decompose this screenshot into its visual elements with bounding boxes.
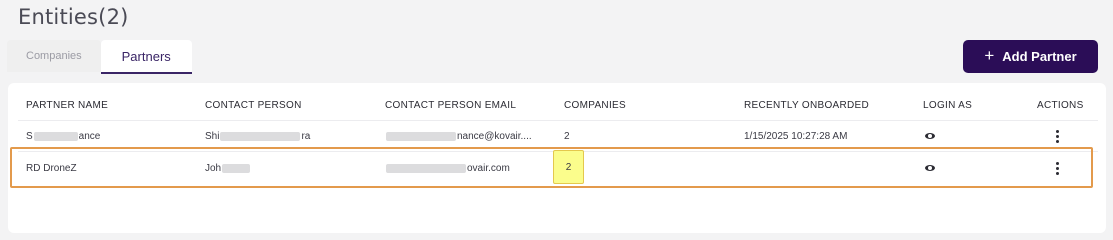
column-header-companies[interactable]: COMPANIES [564, 90, 626, 120]
page-title: Entities(2) [18, 5, 129, 29]
tab-partners[interactable]: Partners [100, 40, 192, 74]
table-header: PARTNER NAME CONTACT PERSON CONTACT PERS… [8, 90, 1106, 120]
tab-companies[interactable]: Companies [7, 40, 101, 72]
column-header-login-as: LOGIN AS [923, 99, 973, 111]
add-partner-label: Add Partner [1002, 49, 1077, 64]
partner-name-text: ance [78, 130, 101, 142]
column-header-contact-email[interactable]: CONTACT PERSON EMAIL [385, 90, 516, 120]
entity-tabs: Companies Partners [7, 40, 192, 74]
partner-name-prefix: S [26, 130, 33, 142]
redacted-text [220, 131, 301, 141]
kebab-menu-icon[interactable] [1056, 129, 1059, 143]
eye-icon[interactable] [925, 133, 935, 139]
redacted-text [33, 131, 78, 141]
column-header-actions: ACTIONS [1037, 99, 1084, 111]
column-header-recently-onboarded[interactable]: RECENTLY ONBOARDED [744, 90, 869, 120]
highlighted-companies-cell[interactable]: 2 [553, 150, 584, 184]
plus-icon: + [984, 46, 995, 65]
contact-person-text: ra [301, 130, 311, 142]
add-partner-button[interactable]: + Add Partner [963, 40, 1098, 73]
redacted-text [386, 131, 456, 141]
contact-person-prefix: Shi [205, 130, 220, 142]
contact-email-text: nance@kovair.... [457, 130, 532, 142]
column-header-contact-person[interactable]: CONTACT PERSON [205, 90, 302, 120]
column-header-partner-name[interactable]: PARTNER NAME [26, 90, 108, 120]
highlighted-row-outline [10, 147, 1093, 188]
